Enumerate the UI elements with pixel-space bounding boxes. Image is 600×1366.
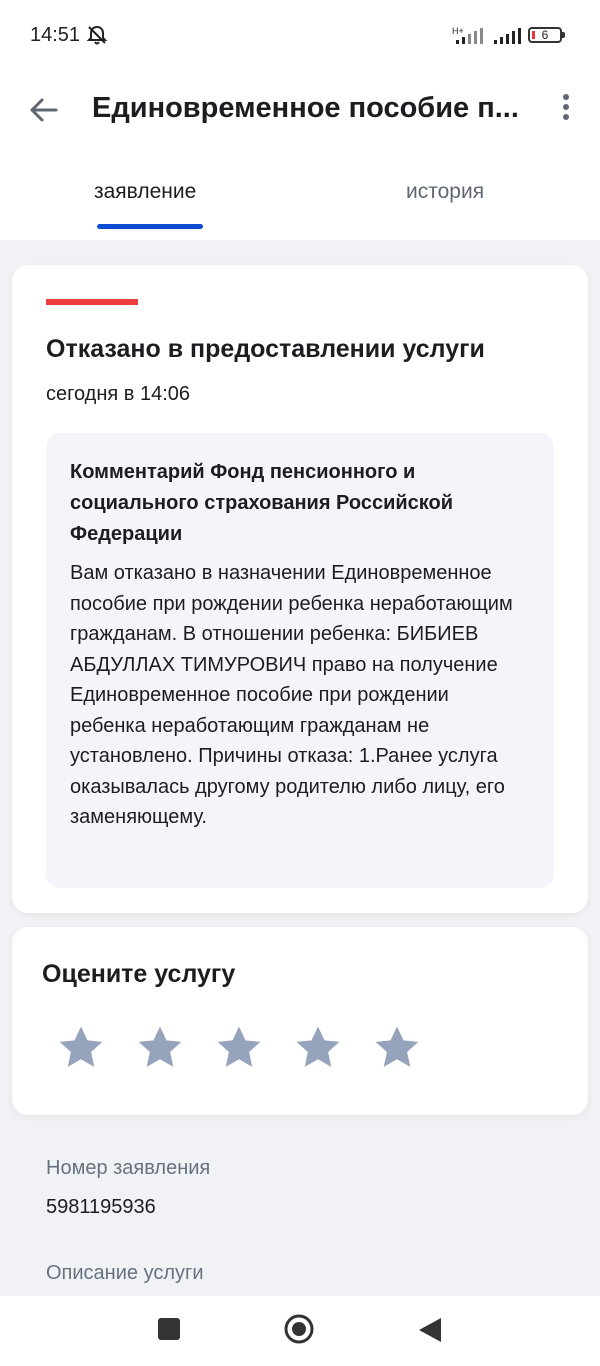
comment-box: Комментарий Фонд пенсионного и социально… (46, 433, 554, 888)
tab-statement[interactable]: заявление (94, 180, 196, 204)
status-time: 14:51 (30, 24, 81, 46)
comment-text: Вам отказано в назначении Единовременное… (70, 562, 513, 828)
star-icon-3[interactable] (212, 1021, 266, 1075)
recent-apps-icon[interactable] (158, 1318, 180, 1340)
system-nav-bar (0, 1296, 600, 1366)
app-header: Единовременное пособие п... заявление ис… (0, 72, 600, 240)
page-title: Единовременное пособие п... (92, 92, 519, 124)
service-description-label: Описание услуги (46, 1262, 204, 1284)
star-icon-2[interactable] (133, 1021, 187, 1075)
signal-h-plus-icon: H+ (452, 26, 488, 51)
back-arrow-icon[interactable] (26, 92, 62, 128)
signal-icon (494, 26, 522, 51)
status-title: Отказано в предоставлении услуги (46, 335, 485, 363)
status-error-bar (46, 299, 138, 305)
star-icon-1[interactable] (54, 1021, 108, 1075)
rating-card: Оцените услугу (12, 927, 588, 1115)
more-vertical-icon[interactable] (554, 92, 578, 124)
status-bar: 14:51 H+ 6 (0, 0, 600, 72)
nav-back-icon[interactable] (417, 1316, 443, 1344)
application-number-value: 5981195936 (46, 1196, 156, 1218)
network-type-label: H+ (452, 26, 464, 36)
active-tab-indicator (97, 224, 203, 229)
tab-history[interactable]: история (406, 180, 484, 204)
home-icon[interactable] (283, 1313, 315, 1345)
status-card: Отказано в предоставлении услуги сегодня… (12, 265, 588, 913)
battery-icon: 6 (528, 27, 562, 43)
rating-title: Оцените услугу (42, 960, 236, 988)
status-date: сегодня в 14:06 (46, 383, 190, 405)
comment-title: Комментарий Фонд пенсионного и социально… (70, 461, 454, 545)
application-number-label: Номер заявления (46, 1157, 211, 1179)
star-icon-5[interactable] (370, 1021, 424, 1075)
star-icon-4[interactable] (291, 1021, 345, 1075)
bell-muted-icon (86, 24, 108, 46)
battery-level: 6 (541, 28, 549, 42)
